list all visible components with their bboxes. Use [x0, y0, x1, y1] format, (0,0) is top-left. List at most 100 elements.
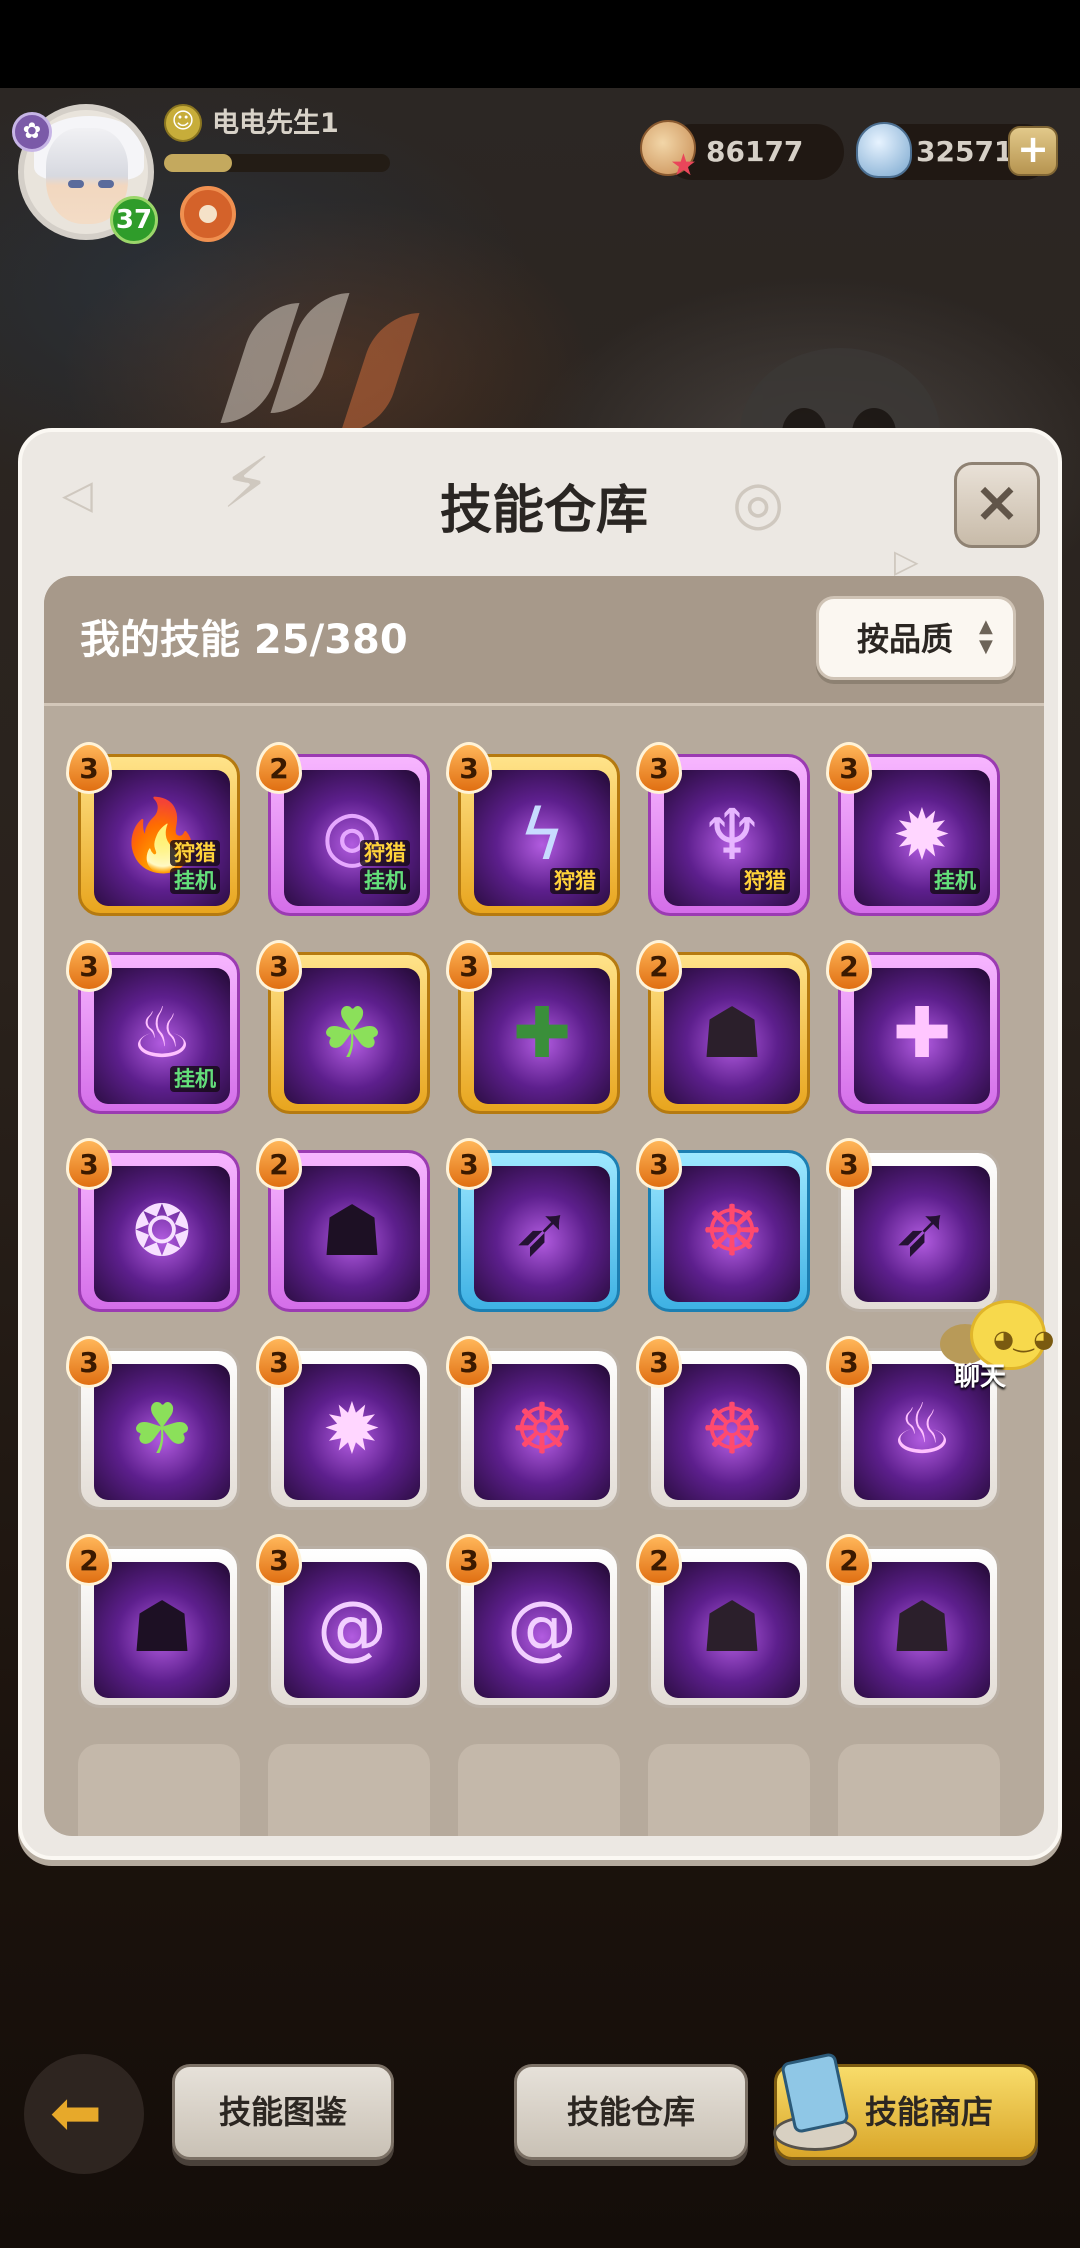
skill-art: ✚ — [474, 968, 610, 1104]
skill-art: @ — [474, 1562, 610, 1698]
sort-arrows-icon: ▲ ▼ — [979, 616, 993, 657]
skill-art: ❂ — [94, 1166, 230, 1302]
skill-level-badge: 2 — [826, 940, 872, 992]
skill-art: ☘ — [284, 968, 420, 1104]
skill-card[interactable]: ☘ 3 — [256, 940, 430, 1114]
skill-art: ☗ — [94, 1562, 230, 1698]
avatar-eye — [98, 180, 114, 188]
skill-tag-hunt: 狩猎 — [740, 868, 790, 894]
brute-icon: ☗ — [890, 1586, 954, 1668]
heal-swirl-icon: ✚ — [892, 992, 952, 1074]
skill-level-badge: 2 — [636, 1534, 682, 1586]
brute-icon: ☗ — [700, 1586, 764, 1668]
skill-level-badge: 3 — [256, 940, 302, 992]
xp-bar-fill — [164, 154, 232, 172]
skill-level-badge: 2 — [256, 1138, 302, 1190]
skill-card[interactable]: ✹ 挂机 3 — [826, 742, 1000, 916]
skill-tag-hunt: 狩猎 — [360, 840, 410, 866]
red-monk-icon: ☸ — [700, 1388, 764, 1470]
skill-tags: 挂机 — [170, 1064, 220, 1092]
skill-card[interactable]: ✹ 3 — [256, 1336, 430, 1510]
close-button[interactable]: × — [954, 462, 1040, 548]
starfish-icon: ★ — [670, 148, 697, 183]
empty-skill-slot — [838, 1744, 1000, 1836]
skill-warehouse-button[interactable]: 技能仓库 — [514, 2064, 748, 2160]
skill-card[interactable]: ✚ 2 — [826, 940, 1000, 1114]
skill-level-badge: 3 — [636, 1336, 682, 1388]
bg-claw-decoration — [340, 313, 420, 433]
skill-art: ☗ — [854, 1562, 990, 1698]
skill-tags: 狩猎 挂机 — [360, 838, 410, 894]
skill-count-label: 我的技能 25/380 — [80, 617, 408, 663]
skill-card[interactable]: ☗ 2 — [636, 940, 810, 1114]
skill-tags: 狩猎 — [740, 866, 790, 894]
back-button[interactable]: ⬅ — [24, 2054, 144, 2174]
status-bar — [0, 0, 1080, 88]
skill-level-badge: 3 — [66, 940, 112, 992]
skill-level-badge: 3 — [446, 1534, 492, 1586]
skill-tags: 狩猎 — [550, 866, 600, 894]
skill-level-badge: 2 — [826, 1534, 872, 1586]
skill-tag-hunt: 狩猎 — [550, 868, 600, 894]
skill-art: @ — [284, 1562, 420, 1698]
skill-card[interactable]: ☗ 2 — [826, 1534, 1000, 1708]
avatar-frame-badge-icon: ✿ — [12, 112, 52, 152]
skill-tag-idle: 挂机 — [930, 868, 980, 894]
skill-level-badge: 3 — [826, 1138, 872, 1190]
skill-art: ♨ 挂机 — [94, 968, 230, 1104]
skill-level-badge: 3 — [826, 742, 872, 794]
skill-card[interactable]: ☸ 3 — [446, 1336, 620, 1510]
skill-card[interactable]: ☸ 3 — [636, 1336, 810, 1510]
skill-level-badge: 3 — [256, 1336, 302, 1388]
empty-skill-slot — [648, 1744, 810, 1836]
skill-card[interactable]: ☗ 2 — [66, 1534, 240, 1708]
skill-card[interactable]: ❂ 3 — [66, 1138, 240, 1312]
skill-card[interactable]: 🔥 狩猎 挂机 3 — [66, 742, 240, 916]
skill-level-badge: 3 — [256, 1534, 302, 1586]
skill-art: ϟ 狩猎 — [474, 770, 610, 906]
skill-art: ☗ — [664, 1562, 800, 1698]
skill-card[interactable]: ϟ 狩猎 3 — [446, 742, 620, 916]
flame-drops-icon: ❂ — [132, 1190, 192, 1272]
green-frog-icon: ☘ — [320, 992, 384, 1074]
guild-icon[interactable] — [180, 186, 236, 242]
skill-card[interactable]: @3 — [446, 1534, 620, 1708]
skill-card[interactable]: ➶ 3 — [826, 1138, 1000, 1312]
panel-title: 技能仓库 — [439, 481, 648, 541]
skill-card[interactable]: ☗ 2 — [256, 1138, 430, 1312]
skill-art: ➶ — [854, 1166, 990, 1302]
sort-label: 按品质 — [857, 620, 954, 658]
skill-level-badge: 3 — [446, 1138, 492, 1190]
skill-art: ☸ — [664, 1364, 800, 1500]
skill-art: ☗ — [284, 1166, 420, 1302]
skill-level-badge: 2 — [636, 940, 682, 992]
chat-label: 聊天 — [954, 1362, 1007, 1392]
empty-skill-slot — [458, 1744, 620, 1836]
chat-button[interactable]: ◕‿◕ 聊天 — [936, 1300, 1054, 1400]
skill-tag-idle: 挂机 — [170, 868, 220, 894]
skill-level-badge: 3 — [636, 742, 682, 794]
add-gems-button[interactable]: + — [1008, 126, 1058, 176]
skill-card[interactable]: ☸ 3 — [636, 1138, 810, 1312]
skill-card[interactable]: ♨ 挂机 3 — [66, 940, 240, 1114]
skill-level-badge: 3 — [446, 1336, 492, 1388]
skill-warehouse-panel: ◁ ⚡ ◎ ▷ 技能仓库 × 我的技能 25/380 按品质 ▲ ▼ 🔥 狩猎 挂机 3… — [18, 428, 1062, 1860]
skill-shop-button[interactable]: 技能商店 — [773, 2051, 1038, 2160]
player-name: 电电先生1 — [212, 108, 339, 139]
skill-card[interactable]: ➶ 3 — [446, 1138, 620, 1312]
skill-card[interactable]: ♆ 狩猎 3 — [636, 742, 810, 916]
empty-skill-slot — [78, 1744, 240, 1836]
skill-card[interactable]: ✚ 3 — [446, 940, 620, 1114]
skill-atlas-button[interactable]: 技能图鉴 — [172, 2064, 394, 2160]
skill-warehouse-label: 技能仓库 — [566, 2093, 695, 2131]
skill-card[interactable]: ◎ 狩猎 挂机 2 — [256, 742, 430, 916]
gem-currency-icon — [856, 122, 912, 178]
skill-card[interactable]: @3 — [256, 1534, 430, 1708]
player-emoji-icon: ☺ — [164, 104, 202, 142]
skill-card[interactable]: ☗ 2 — [636, 1534, 810, 1708]
skill-art: ♆ 狩猎 — [664, 770, 800, 906]
skill-card[interactable]: ☘ 3 — [66, 1336, 240, 1510]
sort-by-quality-button[interactable]: 按品质 ▲ ▼ — [816, 596, 1016, 680]
skill-level-badge: 3 — [66, 1336, 112, 1388]
skill-level-badge: 3 — [826, 1336, 872, 1388]
